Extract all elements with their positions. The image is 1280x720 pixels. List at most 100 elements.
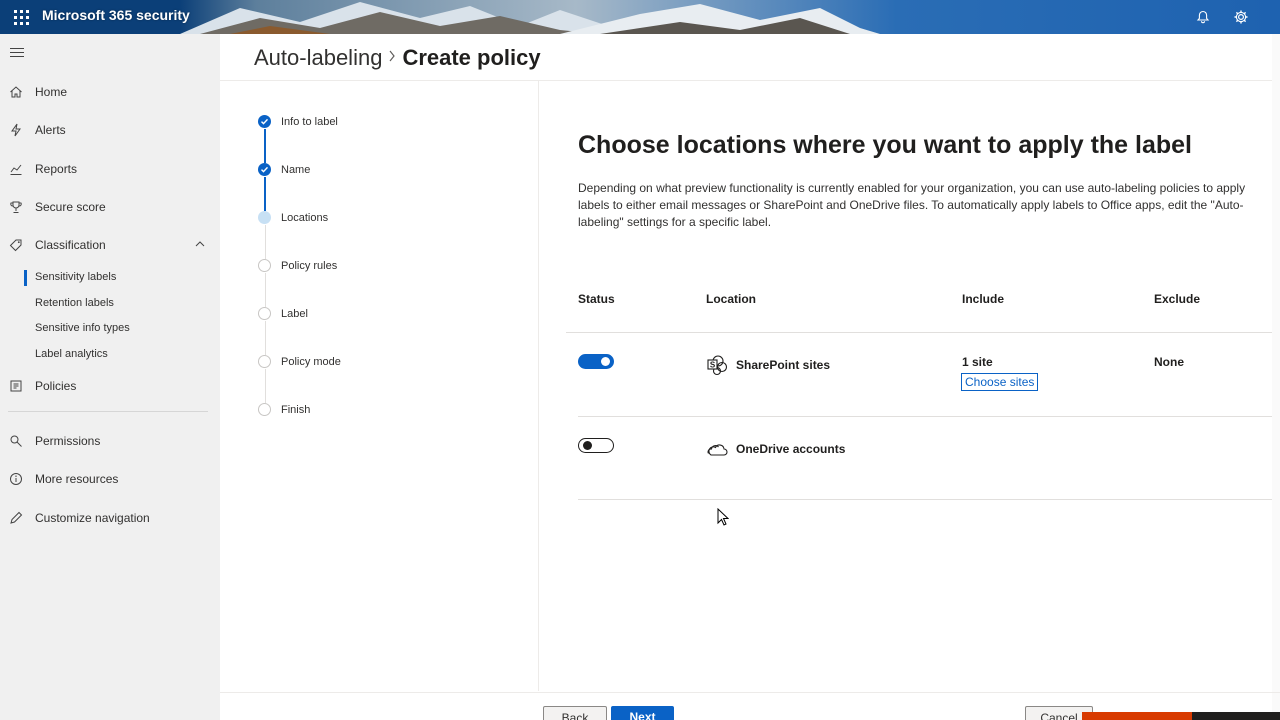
step-connector — [264, 225, 266, 259]
chart-icon — [8, 161, 24, 177]
step-label: Policy rules — [281, 259, 338, 272]
step-policy-rules: Policy rules — [258, 259, 337, 272]
step-info-to-label: Info to label — [258, 115, 338, 128]
step-label: Locations — [281, 211, 329, 224]
chevron-right-icon — [388, 49, 396, 67]
hamburger-icon[interactable] — [10, 48, 24, 60]
nav-alerts[interactable]: Alerts — [0, 115, 220, 145]
lightning-icon — [8, 122, 24, 138]
header-divider — [220, 80, 1280, 81]
step-label: Name — [281, 163, 311, 176]
waffle-icon[interactable] — [8, 5, 32, 29]
nav-policies-label: Policies — [35, 379, 77, 393]
nav-classification[interactable]: Classification — [0, 230, 220, 260]
policy-icon — [8, 378, 24, 394]
breadcrumb-parent[interactable]: Auto-labeling — [254, 45, 382, 71]
home-icon — [8, 84, 24, 100]
empty-circle-icon — [258, 403, 271, 416]
column-header-status: Status — [578, 292, 615, 306]
step-connector — [264, 321, 266, 355]
sidebar-divider — [8, 411, 208, 412]
row-divider — [578, 416, 1280, 417]
mountain-banner — [0, 0, 1280, 34]
pencil-icon — [8, 510, 24, 526]
search-person-icon — [8, 433, 24, 449]
page-title: Create policy — [402, 45, 541, 70]
checkmark-icon — [258, 163, 271, 176]
location-onedrive: OneDrive accounts — [706, 438, 845, 460]
sidebar: Home Alerts Reports Secure score Classif… — [0, 34, 220, 720]
step-policy-mode: Policy mode — [258, 355, 341, 368]
top-bar: Microsoft 365 security — [0, 0, 1280, 34]
onedrive-toggle[interactable] — [578, 438, 614, 453]
active-indicator — [24, 270, 27, 286]
breadcrumb: Auto-labeling Create policy — [254, 45, 541, 71]
step-locations: Locations — [258, 211, 328, 224]
current-step-dot-icon — [258, 211, 271, 224]
column-header-exclude: Exclude — [1154, 292, 1201, 306]
nav-customize-navigation[interactable]: Customize navigation — [0, 503, 220, 533]
step-name: Name — [258, 163, 310, 176]
row-divider — [578, 499, 1280, 500]
exclude-value: None — [1154, 355, 1184, 369]
nav-home-label: Home — [35, 85, 68, 99]
sharepoint-icon: S — [707, 355, 728, 376]
onedrive-icon — [707, 444, 728, 456]
footer-divider — [220, 692, 1280, 693]
section-description: Depending on what preview functionality … — [578, 180, 1280, 231]
nav-permissions[interactable]: Permissions — [0, 426, 220, 456]
step-label: Finish — [281, 403, 311, 416]
sharepoint-toggle[interactable] — [578, 354, 614, 369]
step-label: Info to label — [281, 115, 338, 128]
nav-sensitivity-labels[interactable]: Sensitivity labels — [35, 271, 116, 283]
description-line: Depending on what preview functionality … — [578, 181, 1246, 195]
corner-overlay — [1192, 712, 1280, 720]
step-connector — [264, 177, 266, 211]
back-button[interactable]: Back — [543, 706, 607, 720]
nav-home[interactable]: Home — [0, 77, 220, 107]
description-line: labels to either email messages or Share… — [578, 198, 1244, 212]
nav-sensitive-info-types[interactable]: Sensitive info types — [35, 322, 130, 334]
nav-label-analytics[interactable]: Label analytics — [35, 348, 108, 360]
location-sharepoint: S SharePoint sites — [706, 354, 830, 376]
step-label-choice: Label — [258, 307, 308, 320]
choose-sites-link[interactable]: Choose sites — [961, 373, 1039, 391]
nav-customize-navigation-label: Customize navigation — [35, 511, 150, 525]
checkmark-icon — [258, 115, 271, 128]
trophy-icon — [8, 199, 24, 215]
empty-circle-icon — [258, 307, 271, 320]
tag-icon — [8, 237, 24, 253]
scrollbar[interactable] — [1272, 34, 1280, 720]
nav-more-resources[interactable]: More resources — [0, 464, 220, 494]
step-connector — [264, 273, 266, 307]
empty-circle-icon — [258, 259, 271, 272]
nav-secure-score[interactable]: Secure score — [0, 192, 220, 222]
bell-icon[interactable] — [1191, 5, 1215, 29]
location-name: SharePoint sites — [736, 358, 831, 372]
info-icon — [8, 471, 24, 487]
nav-more-resources-label: More resources — [35, 472, 119, 486]
nav-classification-label: Classification — [35, 238, 106, 252]
include-value: 1 site — [962, 355, 993, 369]
chevron-up-icon[interactable] — [194, 238, 206, 253]
nav-policies[interactable]: Policies — [0, 371, 220, 401]
app-title[interactable]: Microsoft 365 security — [42, 7, 190, 23]
corner-overlay — [1082, 712, 1192, 720]
gear-icon[interactable] — [1229, 5, 1253, 29]
column-header-include: Include — [962, 292, 1005, 306]
nav-retention-labels[interactable]: Retention labels — [35, 297, 114, 309]
nav-secure-score-label: Secure score — [35, 200, 106, 214]
table-header-divider — [566, 332, 1280, 333]
nav-alerts-label: Alerts — [35, 123, 66, 137]
panel-divider — [538, 81, 539, 691]
nav-reports[interactable]: Reports — [0, 154, 220, 184]
empty-circle-icon — [258, 355, 271, 368]
mouse-cursor-icon — [717, 508, 729, 526]
description-line: labeling" settings for a specific label. — [578, 215, 772, 229]
section-title: Choose locations where you want to apply… — [578, 131, 1192, 159]
next-button[interactable]: Next — [611, 706, 674, 720]
svg-text:S: S — [710, 361, 716, 370]
location-name: OneDrive accounts — [736, 442, 846, 456]
column-header-location: Location — [706, 292, 756, 306]
step-connector — [264, 369, 266, 403]
